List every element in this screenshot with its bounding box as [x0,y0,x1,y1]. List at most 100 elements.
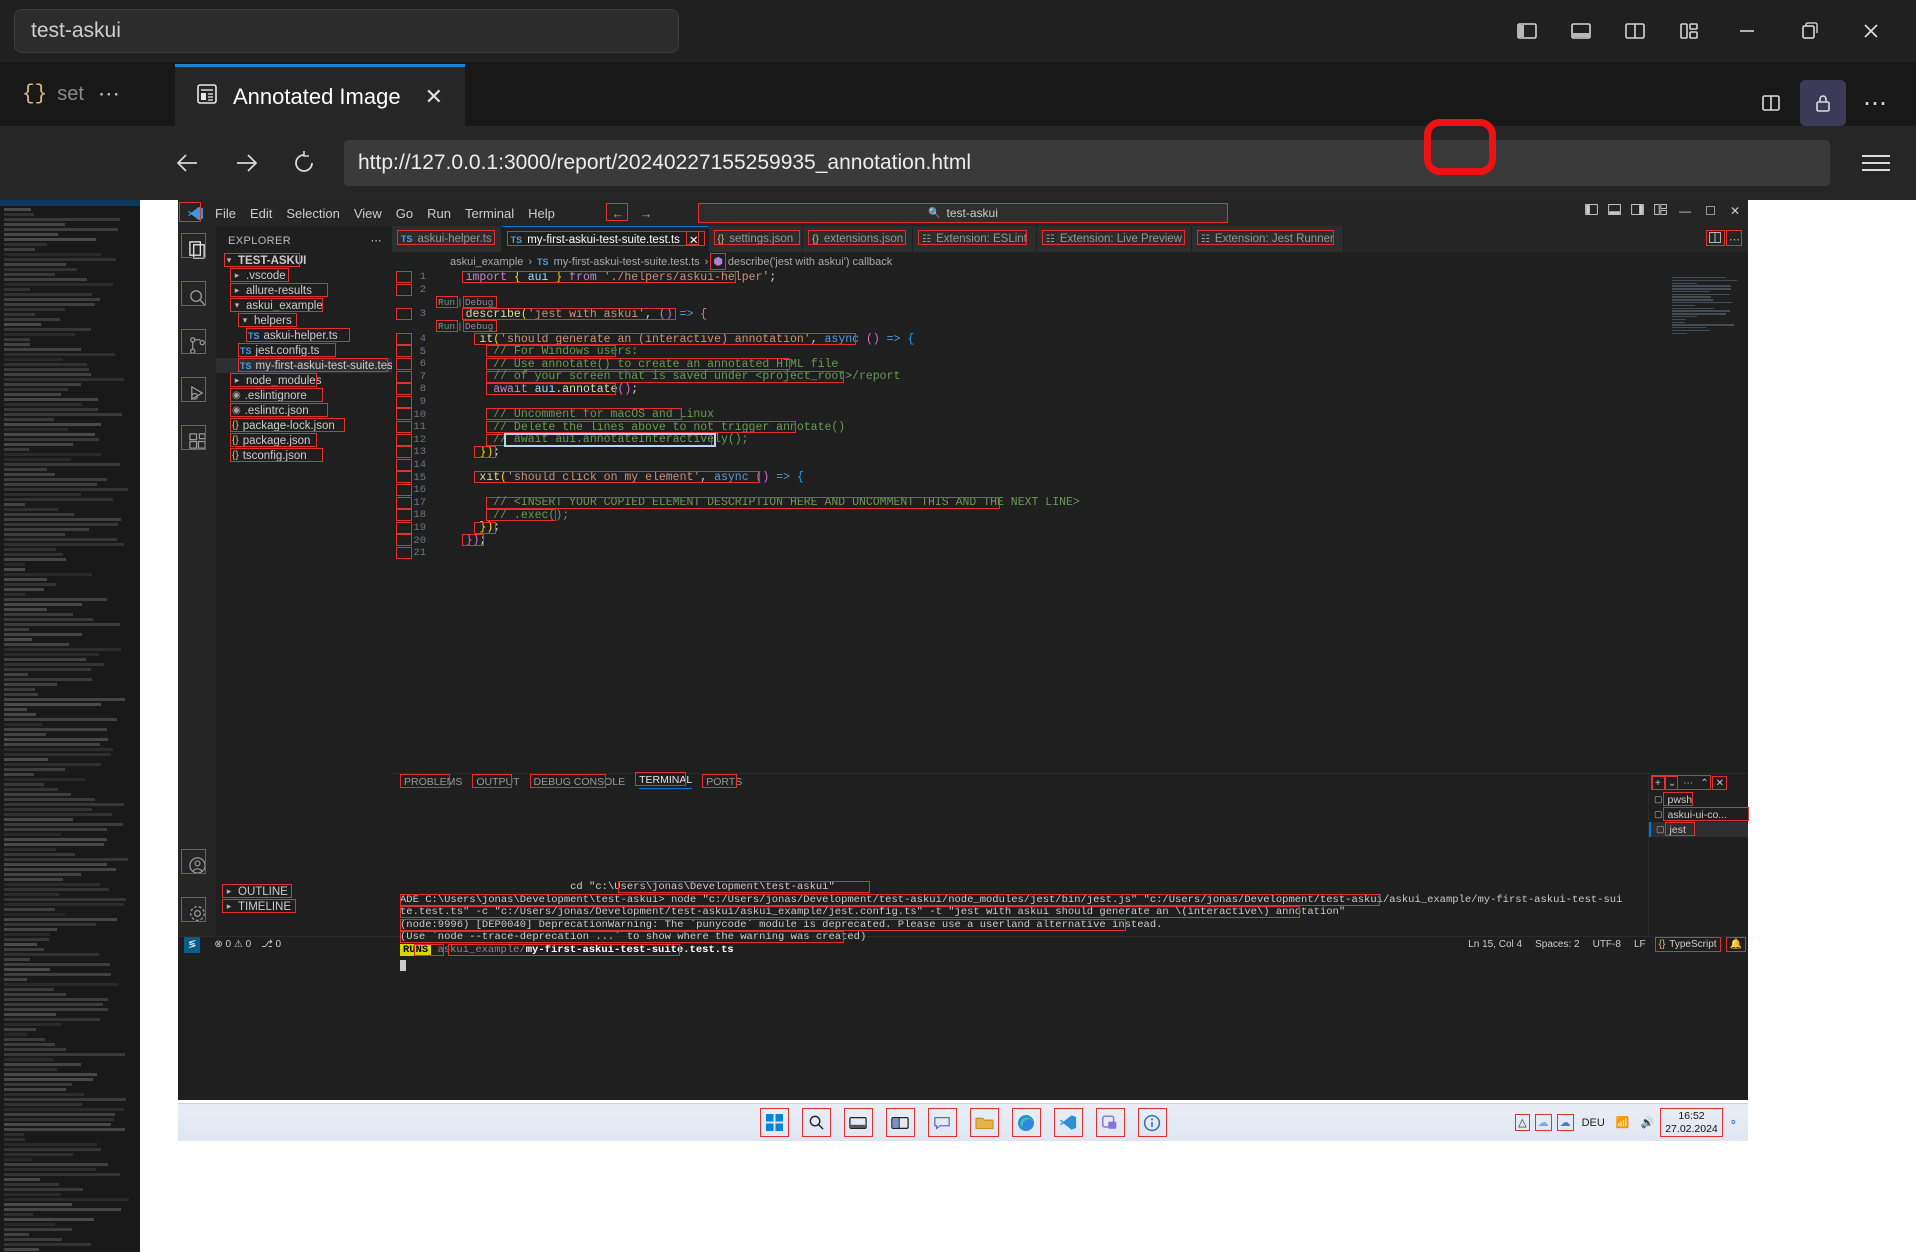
breadcrumb-symbol[interactable]: describe('jest with askui') callback [728,256,892,268]
timeline-section[interactable]: ▸ TIMELINE [216,899,392,914]
explorer-more-icon[interactable]: ⋯ [371,234,382,247]
split-editor-icon[interactable] [1709,232,1721,246]
layout-grid-icon[interactable] [1662,9,1716,53]
cloud-icon[interactable]: ☁ [1538,1116,1549,1129]
cursor-position-status[interactable]: Ln 15, Col 4 [1468,939,1522,950]
editor-tab-extensions-json[interactable]: {} extensions.json [803,226,913,252]
editor-tab-extension-live-preview[interactable]: ☷ Extension: Live Preview [1037,226,1192,252]
vs-minimize-icon[interactable]: — [1677,204,1693,218]
run-debug-icon[interactable] [184,380,210,406]
split-vertical-icon[interactable] [1608,9,1662,53]
panel-tab-debug-console[interactable]: DEBUG CONSOLE [534,776,626,788]
windows-start-icon[interactable] [762,1110,787,1135]
tree-item--eslintrc-json[interactable]: ◉ .eslintrc.json [216,403,392,418]
breadcrumb-folder[interactable]: askui_example [450,256,523,268]
editor-tab-my-first-askui-test-suite-test-ts[interactable]: TS my-first-askui-test-suite.test.ts ✕ [502,226,709,252]
vscode-command-search[interactable]: 🔍 test-askui [698,203,1228,223]
chevron-down-icon[interactable]: ⌄ [1668,778,1676,789]
panel-tab-ports[interactable]: PORTS [706,776,742,788]
minimize-button[interactable] [1716,0,1778,62]
close-button[interactable] [1840,0,1902,62]
tree-root[interactable]: ▾ TEST-ASKUI [216,253,392,268]
editor-minimap[interactable] [1672,277,1744,313]
encoding-status[interactable]: UTF-8 [1593,939,1621,950]
menu-file[interactable]: File [208,204,243,223]
address-bar[interactable]: http://127.0.0.1:3000/report/20240227155… [344,140,1830,186]
accounts-icon[interactable] [184,852,210,878]
lock-icon[interactable] [1800,80,1846,126]
tree-item-package-lock-json[interactable]: {} package-lock.json [216,418,392,433]
bell-icon[interactable]: 🔔 [1730,939,1742,950]
notification-icon[interactable]: ⚬ [1729,1116,1738,1129]
language-mode-status[interactable]: {} TypeScript [1659,939,1717,950]
code-editor[interactable]: 1 import { aui } from './helpers/askui-h… [392,271,1748,773]
tab-close-icon[interactable]: ✕ [425,84,443,110]
chevron-up-icon[interactable]: ⌃ [1700,778,1708,789]
problems-status[interactable]: ⊗ 0 ⚠ 0 [214,939,251,950]
tree-item-askui-example[interactable]: ▾ askui_example [216,298,392,313]
network-icon[interactable]: 📶 [1616,1116,1630,1129]
indentation-status[interactable]: Spaces: 2 [1535,939,1579,950]
show-hidden-icon[interactable]: △ [1518,1116,1526,1129]
more-options-icon[interactable]: ⋯ [1852,80,1898,126]
vs-panel-left-icon[interactable] [1585,204,1598,218]
add-terminal-icon[interactable]: + [1655,778,1661,789]
terminal-output[interactable]: cd "c:\Users\jonas\Development\test-asku… [392,789,1648,973]
language-indicator[interactable]: DEU [1582,1117,1605,1129]
sidebar-left-icon[interactable] [1500,9,1554,53]
edge-icon[interactable] [1014,1110,1039,1135]
source-control-icon[interactable] [184,332,210,358]
tree-item-tsconfig-json[interactable]: {} tsconfig.json [216,448,392,463]
terminal-more-icon[interactable]: ⋯ [1683,778,1693,789]
editor-tab-settings-json[interactable]: {} settings.json [709,226,804,252]
editor-tab-close-icon[interactable]: ✕ [689,233,699,247]
panel-tab-output[interactable]: OUTPUT [476,776,519,788]
reload-icon[interactable] [286,145,322,181]
panel-close-icon[interactable]: ✕ [1716,778,1724,789]
menu-run[interactable]: Run [420,204,458,223]
vs-panel-right-icon[interactable] [1631,204,1644,218]
ghost-tab-overflow-icon[interactable]: ⋯ [98,81,122,107]
menu-edit[interactable]: Edit [243,204,279,223]
editor-more-icon[interactable]: ⋯ [1729,233,1740,246]
volume-icon[interactable]: 🔊 [1641,1116,1655,1129]
tree-item--vscode[interactable]: ▸ .vscode [216,268,392,283]
settings-gear-icon[interactable] [184,900,210,926]
menu-help[interactable]: Help [521,204,562,223]
askui-icon[interactable] [1098,1110,1123,1135]
hamburger-menu-icon[interactable] [1852,155,1900,171]
search-icon[interactable] [804,1110,829,1135]
task-view-icon[interactable] [846,1110,871,1135]
file-explorer-icon[interactable] [972,1110,997,1135]
tree-item-helpers[interactable]: ▾ helpers [216,313,392,328]
menu-terminal[interactable]: Terminal [458,204,521,223]
menu-go[interactable]: Go [389,204,420,223]
tab-settings-json[interactable]: {} set ⋯ [0,62,175,126]
panel-bottom-icon[interactable] [1554,9,1608,53]
back-icon[interactable] [170,145,206,181]
editor-tab-extension-jest-runner[interactable]: ☷ Extension: Jest Runner [1192,226,1344,252]
terminal-item-askuiuico[interactable]: ▢ askui-ui-co... [1649,807,1748,822]
tree-item-askui-helper-ts[interactable]: TS askui-helper.ts [216,328,392,343]
explorer-icon[interactable] [184,236,210,262]
ports-status[interactable]: ⎇ 0 [261,939,281,950]
codelens-run-debug[interactable]: Run | Debug [392,321,1748,333]
panel-tab-terminal[interactable]: TERMINAL [639,774,692,789]
vs-panel-bottom-icon[interactable] [1608,204,1621,218]
tree-item--eslintignore[interactable]: ◉ .eslintignore [216,388,392,403]
restore-button[interactable] [1778,0,1840,62]
menu-selection[interactable]: Selection [279,204,346,223]
tree-item-allure-results[interactable]: ▸ allure-results [216,283,392,298]
onedrive-icon[interactable]: ☁ [1560,1116,1571,1129]
terminal-item-jest[interactable]: ▢ jest [1649,822,1748,837]
breadcrumb-file[interactable]: my-first-askui-test-suite.test.ts [554,256,700,268]
window-title-tab[interactable]: test-askui [14,9,679,53]
vs-restore-icon[interactable]: ☐ [1703,204,1718,218]
vscode-icon[interactable] [1056,1110,1081,1135]
forward-icon[interactable] [228,145,264,181]
split-editor-icon[interactable] [1748,80,1794,126]
vscode-forward-icon[interactable]: → [636,204,656,222]
outline-section[interactable]: ▸ OUTLINE [216,884,392,899]
chat-icon[interactable] [930,1110,955,1135]
widgets-icon[interactable] [888,1110,913,1135]
